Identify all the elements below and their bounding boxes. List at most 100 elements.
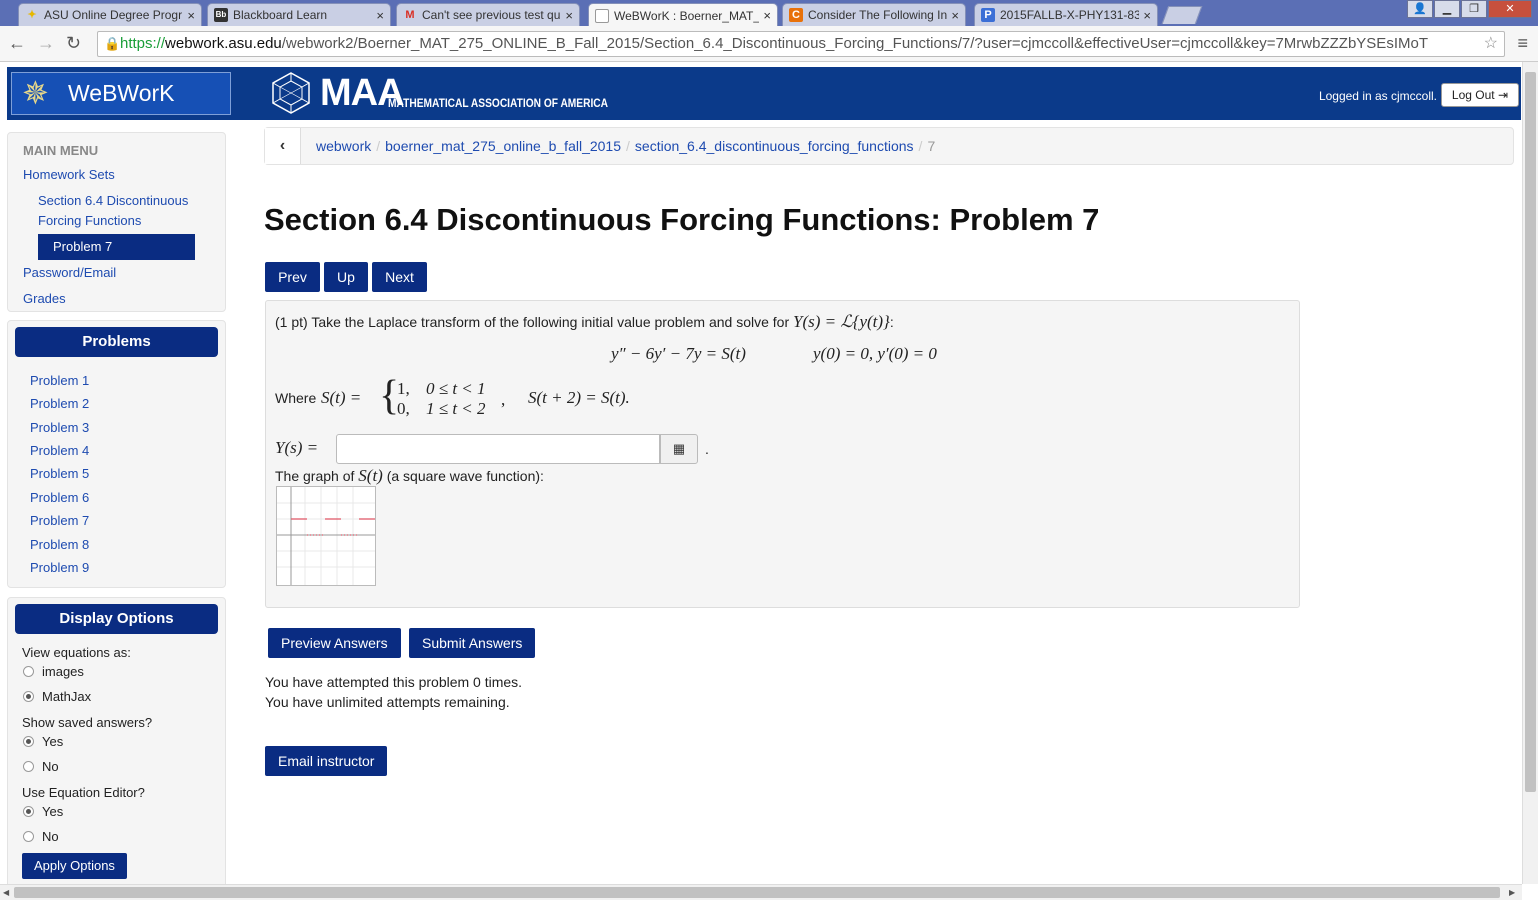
ode-equation: y″ − 6y′ − 7y = S(t) <box>611 344 746 363</box>
section-link-line2[interactable]: Forcing Functions <box>38 213 141 228</box>
webwork-star-icon: ✵ <box>22 75 49 111</box>
problem-link[interactable]: Problem 4 <box>30 443 89 458</box>
case1-value: 1, <box>397 379 410 398</box>
blackboard-favicon-icon: Bb <box>214 8 228 22</box>
back-arrow-icon[interactable]: ← <box>8 34 26 52</box>
option-images[interactable]: images <box>23 664 84 679</box>
user-icon[interactable]: 👤 <box>1407 0 1433 18</box>
browser-menu-icon[interactable]: ≡ <box>1517 33 1528 54</box>
maximize-icon[interactable]: ❐ <box>1461 0 1487 18</box>
problems-header: Problems <box>15 327 218 357</box>
close-tab-icon[interactable]: × <box>565 8 573 23</box>
display-options-header: Display Options <box>15 604 218 634</box>
attempts-text: You have attempted this problem 0 times. <box>265 674 523 690</box>
option-editor-no[interactable]: No <box>23 829 59 844</box>
option-mathjax[interactable]: MathJax <box>23 689 91 704</box>
horizontal-scrollbar[interactable]: ◀ ▶ <box>0 884 1522 900</box>
chevron-left-icon[interactable]: ‹ <box>265 128 301 164</box>
webwork-logo[interactable]: ✵ WeBWorK <box>11 72 231 115</box>
vertical-scrollbar[interactable] <box>1522 62 1538 884</box>
problem-link[interactable]: Problem 7 <box>30 513 89 528</box>
problem-link[interactable]: Problem 1 <box>30 373 89 388</box>
option-saved-no[interactable]: No <box>23 759 59 774</box>
problem-link[interactable]: Problem 6 <box>30 490 89 505</box>
grades-link[interactable]: Grades <box>23 291 66 306</box>
equation-editor-grid-icon[interactable]: ▦ <box>660 434 698 464</box>
browser-tab[interactable]: Bb Blackboard Learn × <box>207 3 391 26</box>
breadcrumb-trail: webwork / boerner_mat_275_online_b_fall_20… <box>316 138 936 154</box>
problem-intro: (1 pt) Take the Laplace transform of the… <box>275 312 894 331</box>
homework-sets-link[interactable]: Homework Sets <box>23 167 115 182</box>
option-editor-yes[interactable]: Yes <box>23 804 63 819</box>
show-saved-label: Show saved answers? <box>22 715 153 730</box>
new-tab-button[interactable] <box>1161 6 1203 24</box>
bookmark-star-icon[interactable]: ☆ <box>1484 32 1498 56</box>
use-eq-editor-label: Use Equation Editor? <box>22 785 145 800</box>
asu-favicon-icon: ✦ <box>27 9 37 21</box>
scroll-right-icon[interactable]: ▶ <box>1509 888 1515 897</box>
close-tab-icon[interactable]: × <box>187 8 195 23</box>
vertical-scroll-thumb[interactable] <box>1525 72 1536 792</box>
apply-options-button[interactable]: Apply Options <box>22 853 127 879</box>
display-options-panel: Display Options View equations as: image… <box>7 597 226 884</box>
breadcrumb-course[interactable]: boerner_mat_275_online_b_fall_2015 <box>385 138 621 154</box>
logout-button[interactable]: Log Out ⇥ <box>1440 83 1519 107</box>
problem-link[interactable]: Problem 2 <box>30 396 89 411</box>
problem-link[interactable]: Problem 5 <box>30 466 89 481</box>
minimize-icon[interactable]: ▁ <box>1434 0 1460 18</box>
reload-icon[interactable]: ↻ <box>66 34 81 52</box>
email-instructor-button[interactable]: Email instructor <box>265 746 388 776</box>
close-tab-icon[interactable]: × <box>951 8 959 23</box>
radio-saved-no[interactable] <box>23 761 34 772</box>
radio-saved-yes[interactable] <box>23 736 34 747</box>
submit-answers-button[interactable]: Submit Answers <box>409 628 536 658</box>
section-link-line1[interactable]: Section 6.4 Discontinuous <box>38 193 188 208</box>
case1-condition: 0 ≤ t < 1 <box>426 379 486 398</box>
problem-link[interactable]: Problem 8 <box>30 537 89 552</box>
radio-editor-no[interactable] <box>23 831 34 842</box>
problem-body: (1 pt) Take the Laplace transform of the… <box>265 300 1300 608</box>
problems-panel: Problems Problem 1 Problem 2 Problem 3 P… <box>7 320 226 588</box>
scroll-left-icon[interactable]: ◀ <box>3 888 9 897</box>
preview-answers-button[interactable]: Preview Answers <box>268 628 401 658</box>
window-controls: 👤 ▁ ❐ ✕ <box>1407 0 1532 18</box>
radio-mathjax[interactable] <box>23 691 34 702</box>
square-wave-graph-svg <box>277 487 375 585</box>
prev-button[interactable]: Prev <box>265 262 320 292</box>
browser-tab[interactable]: ✦ ASU Online Degree Progr × <box>18 3 202 26</box>
browser-tab[interactable]: C Consider The Following In × <box>782 3 966 26</box>
main-menu-title: MAIN MENU <box>23 143 99 158</box>
radio-editor-yes[interactable] <box>23 806 34 817</box>
browser-tab-strip: ✦ ASU Online Degree Progr × Bb Blackboar… <box>0 0 1538 26</box>
where-label: Where <box>275 390 317 406</box>
radio-images[interactable] <box>23 666 34 677</box>
browser-tab-active[interactable]: WeBWorK : Boerner_MAT_ × <box>588 3 778 26</box>
logout-arrow-icon: ⇥ <box>1497 88 1508 102</box>
periodicity: S(t + 2) = S(t). <box>528 388 630 407</box>
forward-arrow-icon[interactable]: → <box>37 34 55 52</box>
answer-input[interactable] <box>336 434 660 464</box>
browser-tab[interactable]: P 2015FALLB-X-PHY131-83 × <box>974 3 1158 26</box>
gmail-favicon-icon: M <box>405 9 415 21</box>
breadcrumb-webwork[interactable]: webwork <box>316 138 371 154</box>
close-tab-icon[interactable]: × <box>1143 8 1151 23</box>
current-problem-link[interactable]: Problem 7 <box>38 234 195 260</box>
horizontal-scroll-thumb[interactable] <box>14 887 1500 898</box>
close-tab-icon[interactable]: × <box>763 8 771 23</box>
close-window-icon[interactable]: ✕ <box>1488 0 1532 18</box>
graph-caption: The graph of S(t) (a square wave functio… <box>275 466 544 485</box>
browser-tab[interactable]: M Can't see previous test qu × <box>396 3 580 26</box>
close-tab-icon[interactable]: × <box>376 8 384 23</box>
problem-link[interactable]: Problem 9 <box>30 560 89 575</box>
up-button[interactable]: Up <box>324 262 368 292</box>
url-field[interactable]: 🔒 https://webwork.asu.edu/webwork2/Boerne… <box>97 31 1505 57</box>
problem-link[interactable]: Problem 3 <box>30 420 89 435</box>
password-email-link[interactable]: Password/Email <box>23 265 116 280</box>
option-saved-yes[interactable]: Yes <box>23 734 63 749</box>
page-title: Section 6.4 Discontinuous Forcing Functi… <box>264 202 1100 237</box>
breadcrumb-set[interactable]: section_6.4_discontinuous_forcing_functi… <box>635 138 914 154</box>
next-button[interactable]: Next <box>372 262 427 292</box>
maa-polyhedron-icon <box>272 72 310 114</box>
square-wave-graph <box>276 486 376 586</box>
case2-condition: 1 ≤ t < 2 <box>426 399 486 418</box>
